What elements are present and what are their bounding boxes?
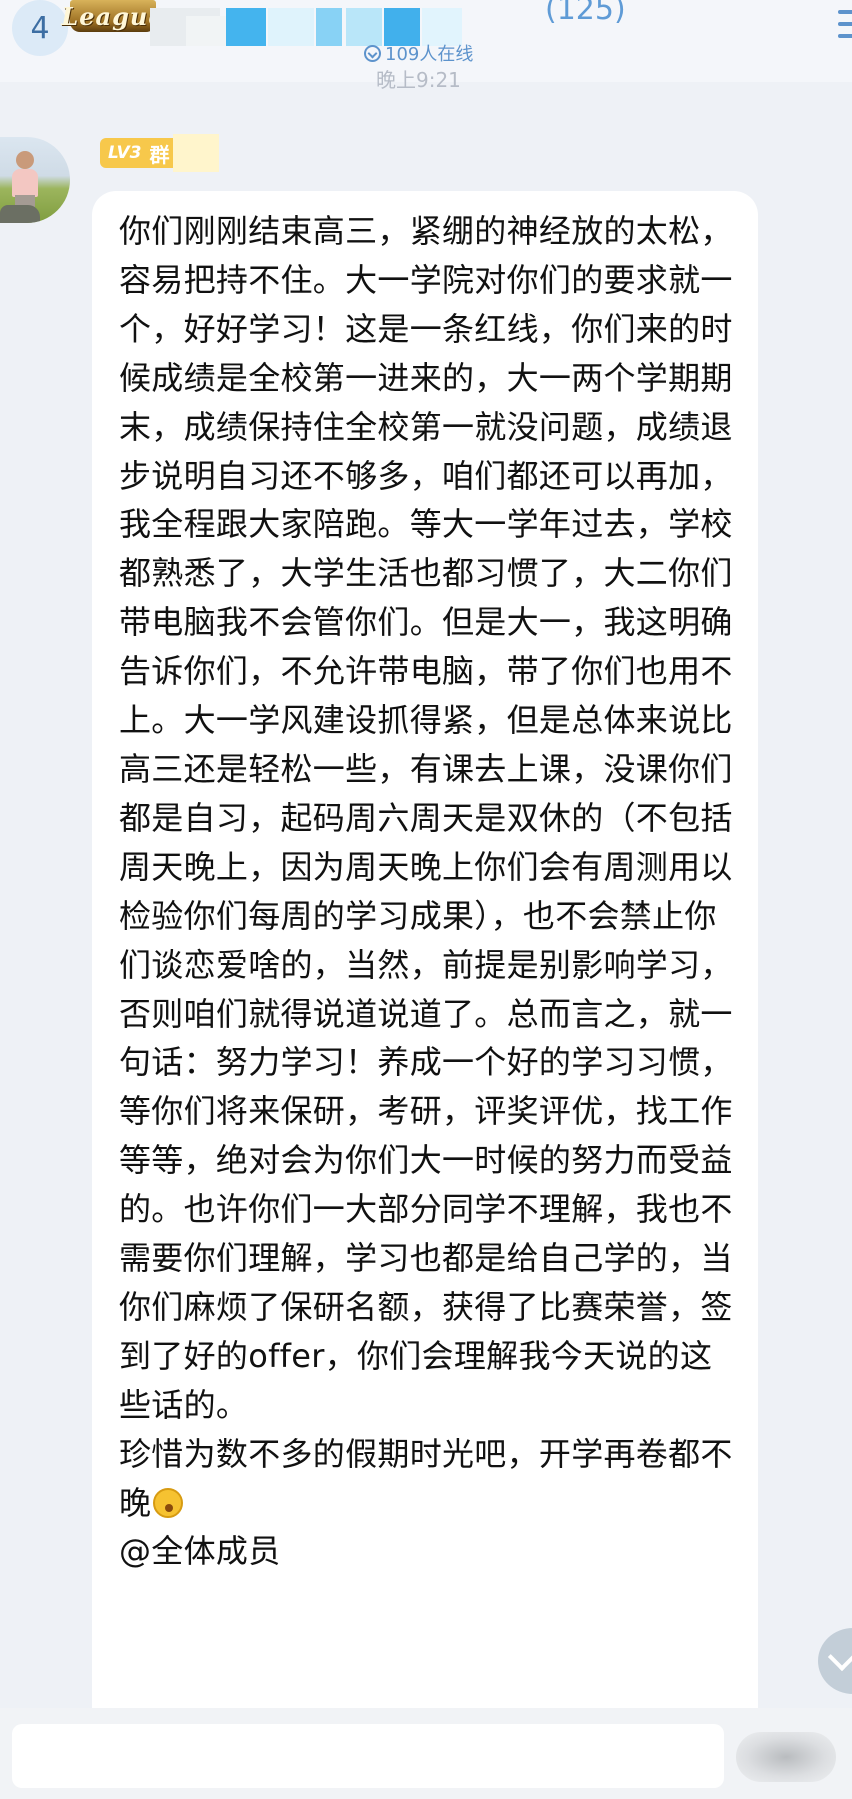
back-unread-badge[interactable]: 4 [12,0,68,56]
message-body: 你们刚刚结束高三，紧绷的神经放的太松，容易把持不住。大一学院对你们的要求就一个，… [119,212,733,1424]
menu-icon[interactable] [838,10,852,38]
unread-count: 4 [30,10,50,46]
input-bar [0,1708,852,1799]
message-bubble[interactable]: 你们刚刚结束高三，紧绷的神经放的太松，容易把持不住。大一学院对你们的要求就一个，… [92,191,758,1731]
redacted-group-name [316,8,342,46]
message-body-2: 珍惜为数不多的假期时光吧，开学再卷都不晚 [119,1434,733,1522]
message-text: 你们刚刚结束高三，紧绷的神经放的太松，容易把持不住。大一学院对你们的要求就一个，… [119,207,735,1576]
online-status[interactable]: 109人在线 [364,40,473,66]
redacted-send-area [736,1732,836,1782]
redacted-group-name [226,8,266,46]
message-timestamp: 晚上9:21 [376,68,461,92]
redacted-group-name [268,8,314,46]
avatar[interactable] [0,137,70,223]
member-count: (125) [545,0,626,27]
mention-all[interactable]: @全体成员 [119,1532,281,1570]
chevron-circle-icon [364,44,381,62]
role-badge: 群 [147,138,174,168]
online-count-text: 109人在线 [385,44,474,65]
message-input[interactable] [12,1724,724,1788]
scroll-to-bottom-button[interactable] [818,1628,852,1694]
group-logo: League [61,0,164,32]
sender-info: LV3 群 [100,134,220,172]
level-badge: LV3 [100,138,148,168]
redacted-group-name [186,16,226,46]
redacted-sender-name [173,134,220,172]
chevron-down-icon [827,1642,852,1672]
yawn-emoji-icon [153,1487,184,1518]
